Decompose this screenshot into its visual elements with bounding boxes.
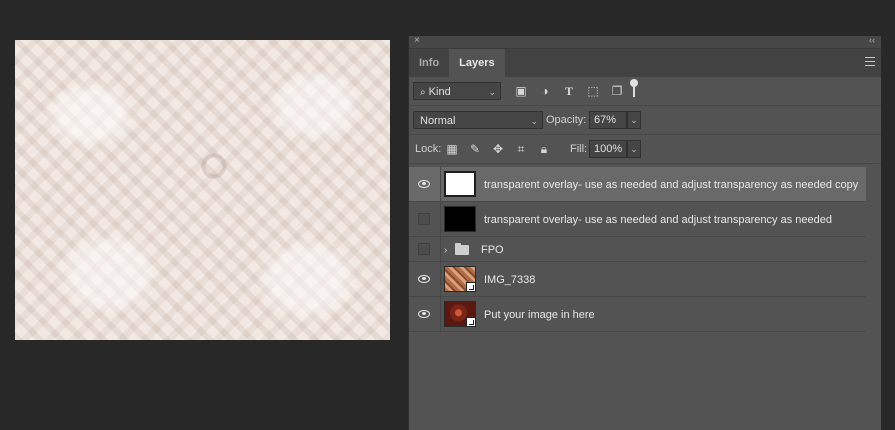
eye-icon[interactable] — [418, 275, 430, 283]
layer-row[interactable]: transparent overlay- use as needed and a… — [409, 167, 866, 202]
blend-row: Normal ⌄ Opacity: 67% ⌄ — [409, 106, 881, 135]
visibility-column[interactable] — [409, 262, 441, 296]
visibility-column[interactable] — [409, 237, 441, 261]
search-icon: ⌕ — [420, 87, 426, 98]
layer-thumbnail — [444, 171, 476, 197]
smart-object-filter-icon[interactable]: ❐ — [609, 83, 625, 99]
layer-name[interactable]: Put your image in here — [484, 309, 595, 321]
tab-info[interactable]: Info — [409, 49, 449, 77]
blend-mode-value: Normal — [420, 115, 456, 127]
opacity-label: Opacity: — [546, 114, 587, 126]
lock-all-icon[interactable]: 🔒︎ — [537, 141, 551, 157]
layer-name[interactable]: IMG_7338 — [484, 274, 535, 286]
tab-layers[interactable]: Layers — [449, 49, 505, 77]
layer-thumbnail — [444, 301, 476, 327]
filter-kind-select[interactable]: ⌕ Kind ⌄ — [413, 82, 501, 100]
chevron-down-icon: ⌄ — [530, 116, 538, 126]
layer-row[interactable]: transparent overlay- use as needed and a… — [409, 202, 866, 237]
lock-label: Lock: — [415, 143, 442, 155]
lock-artboard-icon[interactable]: ⌗ — [514, 141, 528, 157]
lock-image-pixels-icon[interactable]: ✎ — [468, 141, 482, 157]
filter-toggle-icon[interactable] — [630, 79, 638, 87]
close-icon[interactable]: × — [414, 35, 420, 46]
layer-row[interactable]: IMG_7338 — [409, 262, 866, 297]
layers-panel: × ‹‹ Info Layers ⌕ Kind ⌄ ▣ ◑ T ⬚ ❐ Norm… — [408, 35, 881, 430]
filter-kind-label: Kind — [428, 86, 451, 98]
smart-object-icon — [466, 317, 476, 327]
visibility-column[interactable] — [409, 167, 441, 201]
layer-name[interactable]: transparent overlay- use as needed and a… — [484, 214, 832, 226]
lock-row: Lock: ▦ ✎ ✥ ⌗ 🔒︎ Fill: 100% ⌄ — [409, 135, 881, 164]
fill-dropdown-icon[interactable]: ⌄ — [627, 140, 641, 158]
layer-name[interactable]: FPO — [481, 244, 504, 256]
adjustment-filter-icon[interactable]: ◑ — [537, 83, 553, 99]
layer-row[interactable]: Put your image in here — [409, 297, 866, 332]
chevron-down-icon: ⌄ — [488, 87, 496, 97]
opacity-input[interactable]: 67% — [589, 111, 627, 129]
filter-toggle-bar — [633, 87, 635, 97]
visibility-off-box[interactable] — [418, 243, 430, 255]
layer-thumbnail — [444, 266, 476, 292]
folder-icon — [455, 243, 469, 255]
opacity-dropdown-icon[interactable]: ⌄ — [627, 111, 641, 129]
collapse-panel-icon[interactable]: ‹‹ — [869, 35, 875, 45]
visibility-off-box[interactable] — [418, 213, 430, 225]
filter-row: ⌕ Kind ⌄ ▣ ◑ T ⬚ ❐ — [409, 77, 881, 106]
eye-icon[interactable] — [418, 310, 430, 318]
document-canvas[interactable] — [15, 40, 390, 340]
panel-menu-icon[interactable] — [865, 57, 875, 69]
blend-mode-select[interactable]: Normal ⌄ — [413, 111, 543, 129]
visibility-column[interactable] — [409, 202, 441, 236]
shape-filter-icon[interactable]: ⬚ — [585, 83, 601, 99]
layer-group-row[interactable]: › FPO — [409, 237, 866, 262]
smart-object-icon — [466, 282, 476, 292]
layer-name[interactable]: transparent overlay- use as needed and a… — [484, 179, 858, 191]
type-filter-icon[interactable]: T — [561, 83, 577, 99]
panel-titlebar: × ‹‹ — [409, 35, 881, 49]
eye-icon[interactable] — [418, 180, 430, 188]
visibility-column[interactable] — [409, 297, 441, 331]
image-filter-icon[interactable]: ▣ — [513, 83, 529, 99]
layers-list: transparent overlay- use as needed and a… — [409, 167, 866, 332]
fill-label: Fill: — [570, 143, 588, 155]
layer-thumbnail — [444, 206, 476, 232]
lock-position-icon[interactable]: ✥ — [491, 141, 505, 157]
fill-input[interactable]: 100% — [589, 140, 627, 158]
chevron-right-icon[interactable]: › — [444, 245, 447, 256]
lock-transparent-pixels-icon[interactable]: ▦ — [445, 141, 459, 157]
panel-tabs: Info Layers — [409, 49, 881, 77]
